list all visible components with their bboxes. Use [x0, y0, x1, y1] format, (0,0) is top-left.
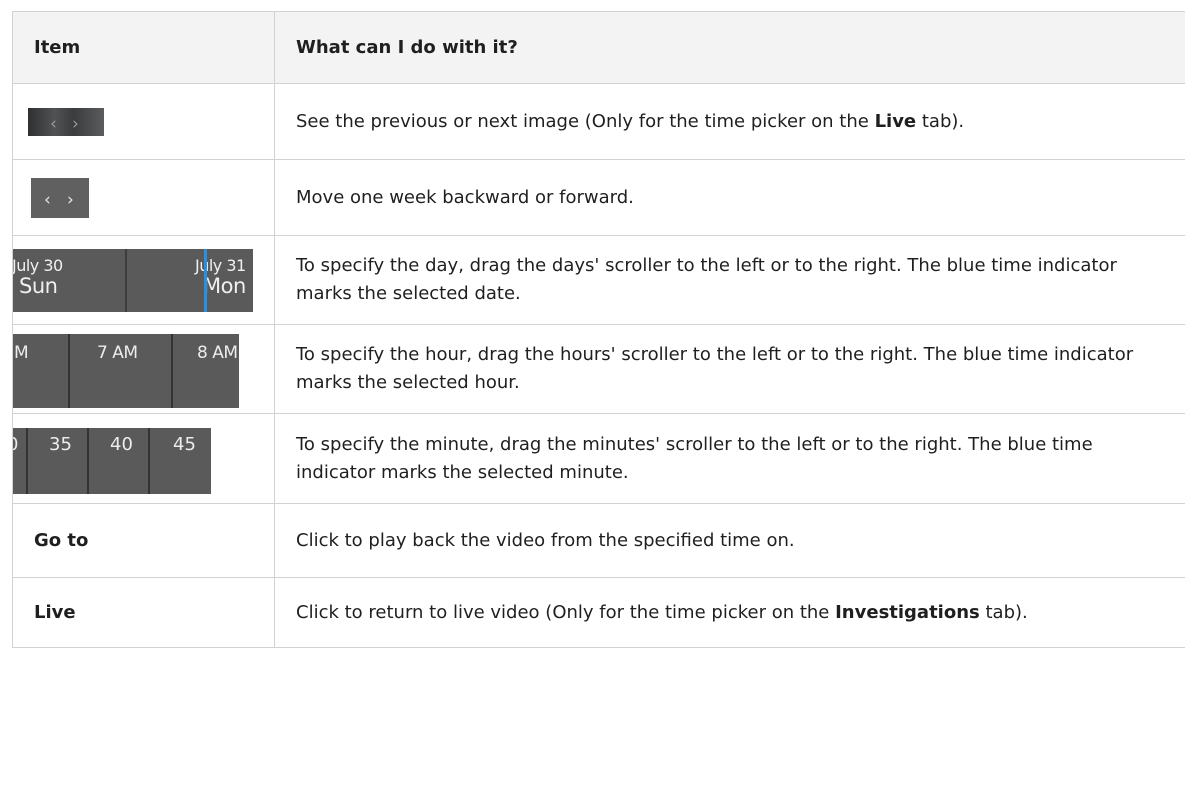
hour-label: M [14, 343, 29, 363]
item-live: Live [12, 577, 275, 648]
day-divider [125, 248, 127, 312]
description-text: Click to return to live video (Only for … [296, 601, 836, 623]
item-go-to: Go to [12, 503, 275, 578]
header-description: What can I do with it? [274, 11, 1185, 84]
hour-divider [68, 334, 70, 408]
minute-label: 0 [13, 431, 18, 459]
minute-divider [148, 427, 150, 494]
description-bold-term: Live [874, 110, 917, 132]
minute-label: 40 [110, 433, 133, 455]
item-cell: ‹ › [12, 159, 275, 236]
table-row: M 7 AM 8 AM To specify the hour, drag th… [12, 324, 1185, 414]
item-cell: ‹ › [12, 83, 275, 160]
minute-divider [87, 427, 89, 494]
day-label-weekday: Mon [203, 273, 246, 298]
item-cell: 0 35 40 45 [12, 413, 275, 504]
hour-label: 8 AM [197, 343, 238, 363]
table-row: 0 35 40 45 To specify the minute, drag t… [12, 413, 1185, 504]
table-header-row: Item What can I do with it? [12, 11, 1185, 84]
description-cell: Click to return to live video (Only for … [274, 577, 1185, 648]
description-cell: Move one week backward or forward. [274, 159, 1185, 236]
minutes-scroller: 0 35 40 45 [13, 427, 211, 494]
minute-label: 35 [49, 433, 72, 455]
week-forward-arrow-icon: › [67, 189, 74, 210]
description-cell: See the previous or next image (Only for… [274, 83, 1185, 160]
hour-label: 7 AM [97, 343, 138, 363]
table-row: ‹ › Move one week backward or forward. [12, 159, 1185, 236]
description-cell: Click to play back the video from the sp… [274, 503, 1185, 578]
blue-time-indicator [204, 248, 207, 312]
prev-image-arrow-icon: ‹ [50, 113, 57, 134]
item-cell: July 30 Sun July 31 Mon [12, 235, 275, 325]
days-scroller: July 30 Sun July 31 Mon [13, 248, 253, 312]
minute-divider [26, 427, 28, 494]
table-row: Go to Click to play back the video from … [12, 503, 1185, 578]
description-text-end: tab). [916, 110, 965, 132]
description-bold-term: Investigations [835, 601, 980, 623]
table-row: July 30 Sun July 31 Mon To specify the d… [12, 235, 1185, 325]
day-label-weekday: Sun [19, 273, 58, 298]
week-backward-forward-arrows-icon: ‹ › [31, 177, 89, 218]
description-cell: To specify the day, drag the days' scrol… [274, 235, 1185, 325]
hour-divider [171, 334, 173, 408]
description-text-end: tab). [979, 601, 1028, 623]
hours-scroller: M 7 AM 8 AM [13, 334, 239, 408]
table-row: Live Click to return to live video (Only… [12, 577, 1185, 648]
table-row: ‹ › See the previous or next image (Only… [12, 83, 1185, 160]
week-backward-arrow-icon: ‹ [44, 189, 51, 210]
description-cell: To specify the minute, drag the minutes'… [274, 413, 1185, 504]
item-description-table: Item What can I do with it? ‹ › See the … [12, 11, 1185, 648]
next-image-arrow-icon: › [72, 113, 79, 134]
prev-next-image-arrows-icon: ‹ › [28, 107, 104, 136]
minute-label: 45 [173, 433, 196, 455]
header-item: Item [12, 11, 275, 84]
description-cell: To specify the hour, drag the hours' scr… [274, 324, 1185, 414]
item-cell: M 7 AM 8 AM [12, 324, 275, 414]
description-text: See the previous or next image (Only for… [296, 110, 875, 132]
